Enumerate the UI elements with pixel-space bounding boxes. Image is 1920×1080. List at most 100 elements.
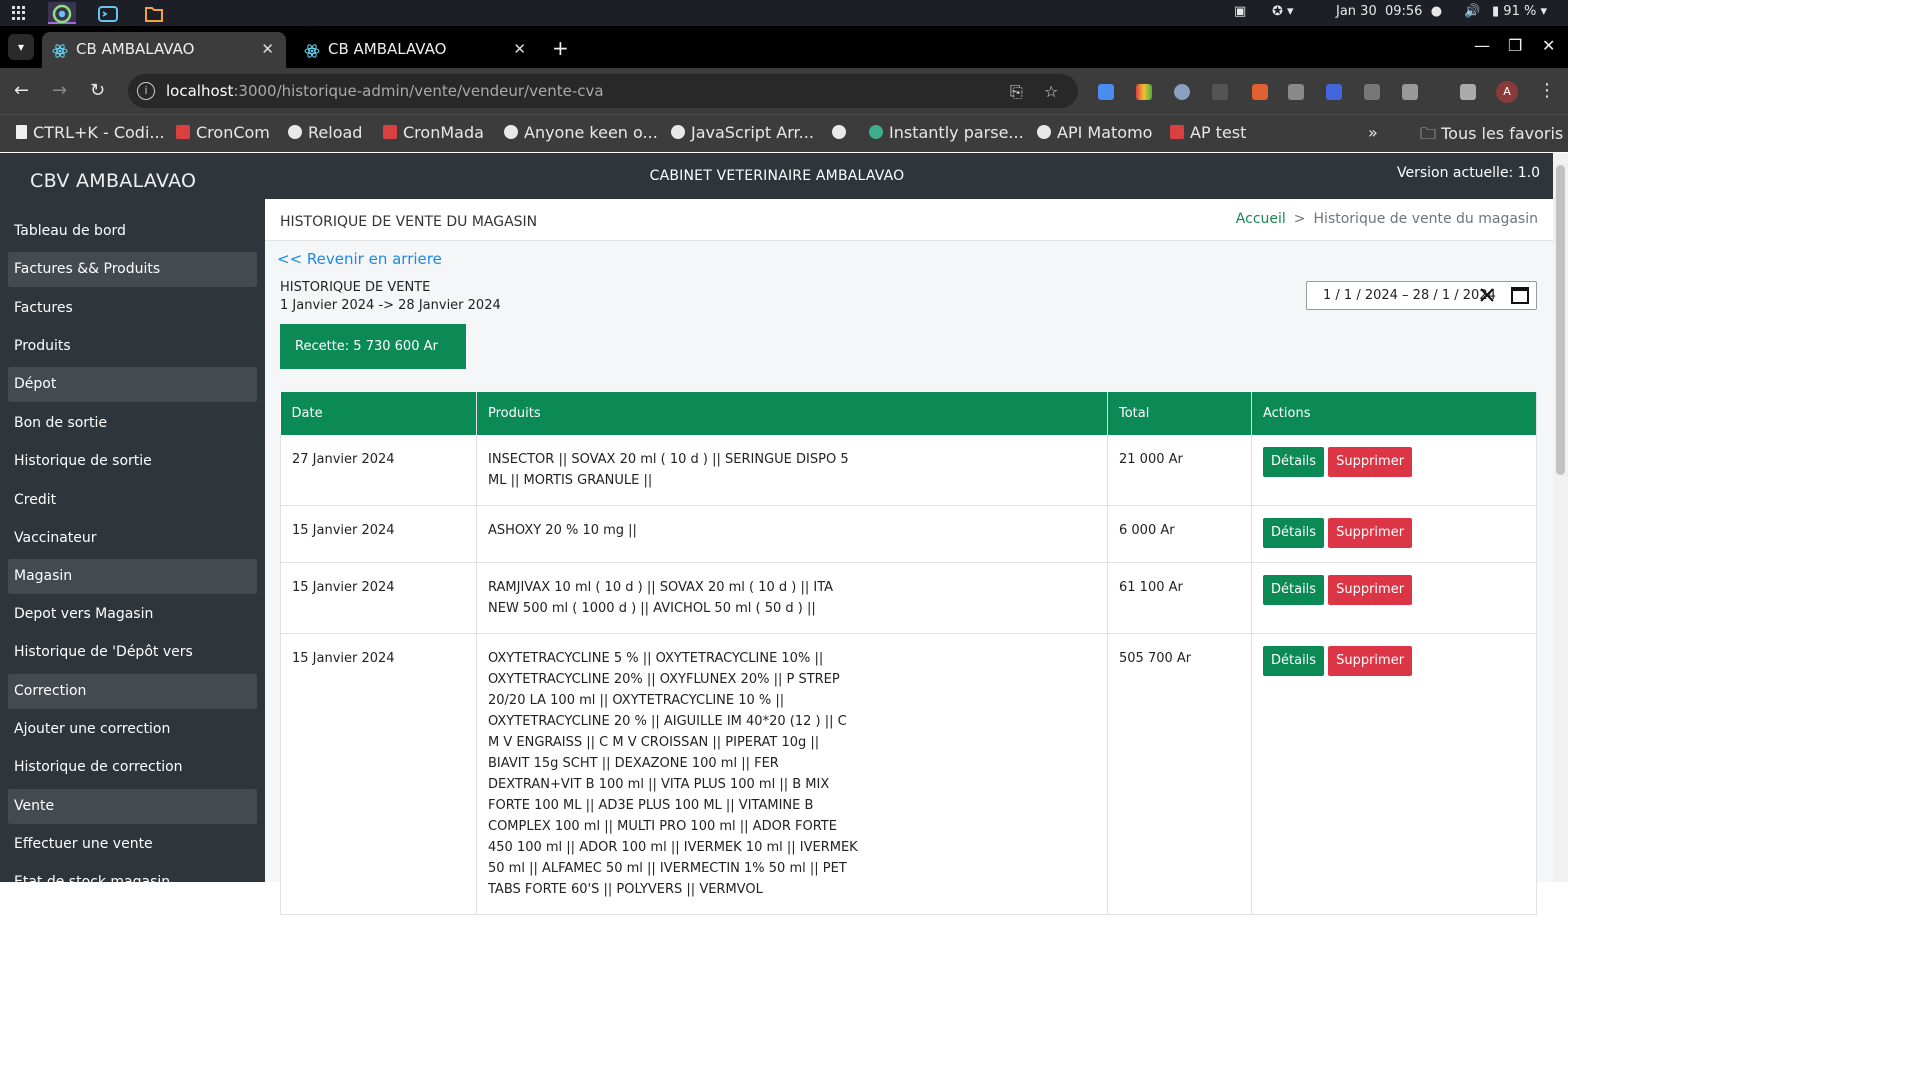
table-row: 27 Janvier 2024 INSECTOR || SOVAX 20 ml (… [280, 435, 1537, 506]
folder-icon: 🗀 [1420, 124, 1442, 143]
close-tab-icon[interactable]: ✕ [513, 40, 526, 58]
sidebar-item[interactable]: Bon de sortie [8, 406, 257, 441]
delete-button[interactable]: Supprimer [1328, 575, 1413, 605]
back-link[interactable]: << Revenir en arriere [277, 250, 442, 268]
new-tab-icon[interactable]: + [552, 36, 569, 60]
side-panel-icon[interactable] [1460, 84, 1476, 100]
chrome-app-icon[interactable] [48, 2, 76, 24]
sidebar-item[interactable]: Depot vers Magasin [8, 597, 257, 632]
terminal-app-icon[interactable] [94, 2, 122, 24]
accessibility-icon[interactable]: ✪ ▾ [1272, 4, 1294, 19]
sidebar-item[interactable]: Historique de correction [8, 750, 257, 785]
bookmark-item[interactable]: Instantly parse... [869, 123, 1024, 142]
page-scrollbar[interactable] [1553, 153, 1568, 882]
reload-icon[interactable]: ↻ [90, 80, 105, 101]
tab-title: CB AMBALAVAO [328, 40, 447, 58]
minimize-icon[interactable]: — [1474, 36, 1490, 55]
bookmark-item[interactable]: JavaScript Arr... [671, 123, 814, 142]
sidebar-item[interactable]: Factures [8, 291, 257, 326]
sidebar-item[interactable]: Dépot [8, 367, 257, 402]
files-app-icon[interactable] [140, 2, 168, 24]
produits-text: OXYTETRACYCLINE 5 % || OXYTETRACYCLINE 1… [488, 651, 858, 897]
breadcrumb: Accueil > Historique de vente du magasin [1236, 211, 1538, 227]
sidebar-item[interactable]: Tableau de bord [8, 214, 257, 249]
app-grid-icon[interactable] [12, 6, 26, 20]
battery-indicator[interactable]: ▮ 91 % ▾ [1492, 4, 1547, 19]
extension-chess-icon[interactable] [1212, 84, 1228, 100]
document-icon [16, 125, 27, 139]
react-icon [52, 44, 68, 58]
sidebar-item[interactable]: Historique de sortie [8, 444, 257, 479]
screen-share-icon[interactable]: ▣ [1234, 4, 1246, 19]
cell-date: 15 Janvier 2024 [280, 505, 477, 563]
bookmark-item[interactable]: CTRL+K - Codi... [16, 123, 165, 142]
sidebar-item[interactable]: Magasin [8, 559, 257, 594]
close-window-icon[interactable]: ✕ [1542, 36, 1555, 55]
breadcrumb-home-link[interactable]: Accueil [1236, 211, 1286, 227]
date-range-picker[interactable]: 1 / 1 / 2024 – 28 / 1 / 2024 [1306, 281, 1537, 310]
app-brand[interactable]: CBV AMBALAVAO [30, 170, 196, 192]
volume-icon[interactable]: 🔊 [1464, 4, 1480, 19]
cell-total: 505 700 Ar [1107, 633, 1252, 915]
close-tab-icon[interactable]: ✕ [261, 40, 274, 58]
clock[interactable]: Jan 30 09:56 ● [1336, 4, 1442, 19]
browser-tab-2[interactable]: CB AMBALAVAO ✕ [294, 32, 538, 68]
url-text[interactable]: localhost:3000/historique-admin/vente/ve… [166, 82, 604, 100]
calendar-icon[interactable] [1510, 285, 1530, 305]
install-app-icon[interactable]: ⎘ [1010, 82, 1023, 102]
sidebar-item[interactable]: Factures && Produits [8, 252, 257, 287]
sidebar-item[interactable]: Ajouter une correction [8, 712, 257, 747]
maximize-icon[interactable]: ❐ [1508, 36, 1522, 55]
bookmark-item[interactable] [832, 123, 852, 142]
sidebar-item[interactable]: Vaccinateur [8, 521, 257, 556]
sidebar-item[interactable]: Etat de stock magasin [8, 865, 257, 900]
details-button[interactable]: Détails [1263, 447, 1325, 477]
extension-user-icon[interactable] [1174, 84, 1190, 100]
extension-docs-icon[interactable] [1098, 84, 1114, 100]
details-button[interactable]: Détails [1263, 518, 1325, 548]
address-bar[interactable]: i localhost:3000/historique-admin/vente/… [128, 74, 1078, 108]
site-info-icon[interactable]: i [137, 82, 155, 100]
sidebar-item[interactable]: Correction [8, 674, 257, 709]
sidebar-item[interactable]: Credit [8, 483, 257, 518]
battery-level: 91 % [1503, 4, 1537, 19]
bookmark-item[interactable]: CronCom [176, 123, 270, 142]
details-button[interactable]: Détails [1263, 575, 1325, 605]
date-range-value[interactable]: 1 / 1 / 2024 – 28 / 1 / 2024 [1323, 288, 1496, 303]
delete-button[interactable]: Supprimer [1328, 447, 1413, 477]
forward-arrow-icon[interactable]: → [52, 80, 67, 101]
avatar-letter: A [1503, 85, 1511, 98]
sidebar-item[interactable]: Historique de 'Dépôt vers Magasin' [8, 635, 257, 695]
calendar-icon [176, 125, 190, 139]
menu-dots-icon[interactable]: ⋮ [1538, 80, 1556, 101]
cell-produits: OXYTETRACYCLINE 5 % || OXYTETRACYCLINE 1… [476, 633, 1108, 915]
extension-cursor-icon[interactable] [1326, 84, 1342, 100]
more-bookmarks-icon[interactable]: » [1368, 123, 1378, 142]
sidebar-item[interactable]: Effectuer une vente [8, 827, 257, 862]
extension-orange-icon[interactable] [1252, 84, 1268, 100]
bookmark-item[interactable]: Reload [288, 123, 362, 142]
react-icon [304, 44, 320, 58]
clear-date-icon[interactable] [1478, 286, 1496, 304]
extension-cube-icon[interactable] [1364, 84, 1380, 100]
profile-avatar[interactable]: A [1496, 81, 1518, 103]
extension-color-icon[interactable] [1136, 84, 1152, 100]
delete-button[interactable]: Supprimer [1328, 518, 1413, 548]
browser-tab-1[interactable]: CB AMBALAVAO ✕ [42, 32, 286, 68]
produits-text: RAMJIVAX 10 ml ( 10 d ) || SOVAX 20 ml (… [488, 580, 834, 616]
all-bookmarks-folder[interactable]: 🗀 Tous les favoris [1420, 123, 1563, 150]
bookmark-item[interactable]: Anyone keen o... [504, 123, 658, 142]
extensions-puzzle-icon[interactable] [1402, 84, 1418, 100]
bookmark-star-icon[interactable]: ☆ [1044, 82, 1058, 101]
bookmark-item[interactable]: AP test [1170, 123, 1246, 142]
sidebar-item[interactable]: Produits [8, 329, 257, 364]
back-arrow-icon[interactable]: ← [14, 80, 29, 101]
delete-button[interactable]: Supprimer [1328, 646, 1413, 676]
scrollbar-thumb[interactable] [1556, 165, 1565, 475]
sidebar-item[interactable]: Vente [8, 789, 257, 824]
bookmark-item[interactable]: CronMada [383, 123, 484, 142]
extension-translate-icon[interactable] [1288, 84, 1304, 100]
details-button[interactable]: Détails [1263, 646, 1325, 676]
bookmark-item[interactable]: API Matomo [1037, 123, 1152, 142]
tab-search-button[interactable]: ▾ [8, 34, 34, 60]
